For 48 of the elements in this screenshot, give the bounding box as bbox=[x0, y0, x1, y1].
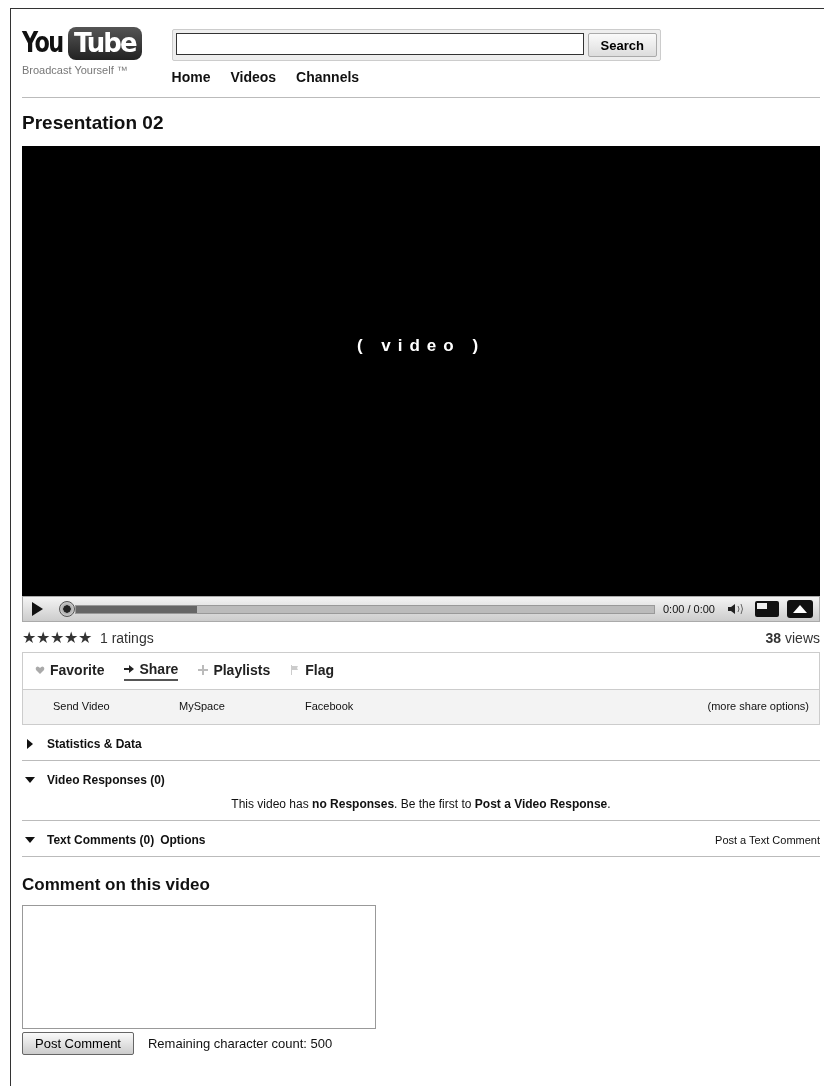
search-field[interactable] bbox=[175, 33, 584, 55]
plus-icon bbox=[198, 665, 209, 675]
action-tab[interactable]: Flag bbox=[290, 661, 334, 681]
comment-field[interactable] bbox=[22, 905, 376, 1029]
options-link[interactable]: Options bbox=[160, 833, 206, 847]
tagline: Broadcast Yourself ™ bbox=[22, 63, 129, 76]
share-link[interactable]: MySpace bbox=[179, 700, 305, 712]
flag-icon bbox=[290, 665, 301, 675]
star-icon[interactable]: ★ bbox=[50, 630, 64, 646]
play-icon[interactable] bbox=[29, 601, 45, 617]
action-tab[interactable]: Playlists bbox=[198, 661, 271, 681]
search-button[interactable]: Search bbox=[587, 33, 657, 57]
view-count: 38 views bbox=[765, 630, 820, 646]
action-tab[interactable]: Favorite bbox=[35, 661, 105, 681]
star-icon[interactable]: ★ bbox=[36, 630, 50, 646]
video-placeholder-text: ( video ) bbox=[356, 336, 486, 356]
action-tab[interactable]: Share bbox=[124, 661, 179, 681]
expanded-caret-icon[interactable] bbox=[25, 775, 35, 785]
post-comment-link[interactable]: Post a Text Comment bbox=[715, 834, 820, 846]
nav-link[interactable]: Channels bbox=[296, 69, 360, 85]
more-share-link[interactable]: (more share options) bbox=[707, 700, 809, 712]
character-count: Remaining character count: 500 bbox=[148, 1036, 333, 1051]
share-link[interactable]: Send Video bbox=[53, 700, 179, 712]
time-display: 0:00 / 0:00 bbox=[663, 603, 715, 615]
progress-track[interactable] bbox=[75, 604, 655, 614]
share-link[interactable]: Facebook bbox=[305, 700, 431, 712]
post-comment-button[interactable]: Post Comment bbox=[22, 1032, 134, 1055]
star-icon[interactable]: ★ bbox=[78, 630, 92, 646]
section-toggle[interactable]: Video Responses (0) bbox=[47, 773, 165, 787]
logo-badge: Tube bbox=[67, 27, 142, 60]
heart-icon bbox=[35, 665, 45, 675]
video-title: Presentation 02 bbox=[22, 112, 165, 134]
section-toggle[interactable]: Text Comments (0) bbox=[47, 833, 155, 847]
progress-handle[interactable] bbox=[59, 601, 75, 617]
expanded-caret-icon[interactable] bbox=[25, 835, 35, 845]
nav-link[interactable]: Videos bbox=[230, 69, 277, 85]
rating-count: 1 ratings bbox=[100, 630, 154, 646]
fullscreen-icon[interactable] bbox=[787, 600, 813, 618]
logo-text: You bbox=[22, 29, 63, 58]
star-icon[interactable]: ★ bbox=[64, 630, 78, 646]
section-toggle[interactable]: Statistics & Data bbox=[47, 737, 142, 751]
arrow-icon bbox=[124, 664, 135, 674]
star-icon[interactable]: ★ bbox=[22, 630, 36, 646]
comment-heading: Comment on this video bbox=[22, 875, 211, 895]
screen-size-icon[interactable] bbox=[755, 601, 779, 617]
responses-message: This video has no Responses. Be the first to Post a Video Response. bbox=[230, 797, 612, 811]
collapsed-caret-icon[interactable] bbox=[25, 739, 35, 749]
nav-link[interactable]: Home bbox=[171, 69, 211, 85]
